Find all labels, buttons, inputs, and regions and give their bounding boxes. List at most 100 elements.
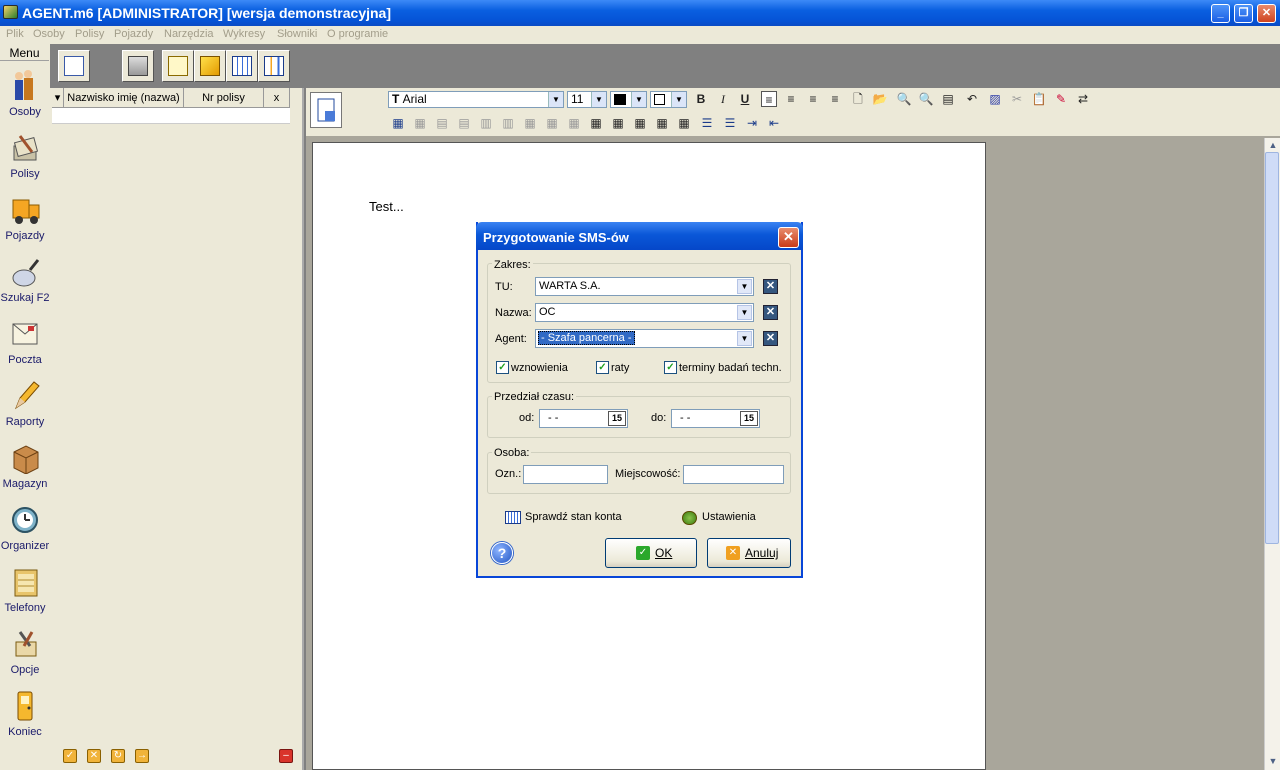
print-button[interactable] xyxy=(122,50,154,82)
refresh-icon[interactable]: ↻ xyxy=(111,749,125,763)
delete-column-icon[interactable]: ▥ xyxy=(500,115,516,131)
dialog-close-button[interactable]: ✕ xyxy=(778,227,799,248)
grid-menu-icon[interactable]: ▾ xyxy=(52,88,64,108)
border-all-icon[interactable]: ▦ xyxy=(588,115,604,131)
align-right-icon[interactable]: ≡ xyxy=(827,91,843,107)
italic-icon[interactable]: I xyxy=(715,91,731,107)
border-inner-icon[interactable]: ▦ xyxy=(632,115,648,131)
open-folder-icon[interactable]: 📂 xyxy=(872,91,888,107)
column-header-name[interactable]: Nazwisko imię (nazwa) xyxy=(64,88,184,108)
table-cells-icon[interactable]: ▦ xyxy=(412,115,428,131)
border-outer-icon[interactable]: ▦ xyxy=(610,115,626,131)
inspections-checkbox[interactable]: ✓ xyxy=(664,361,677,374)
print-preview-icon[interactable]: ▤ xyxy=(940,91,956,107)
table-row[interactable] xyxy=(52,108,290,124)
check-icon[interactable]: ✓ xyxy=(63,749,77,763)
menu-slowniki[interactable]: Słowniki xyxy=(277,28,317,40)
agent-select[interactable]: - Szafa pancerna - ▼ xyxy=(535,329,754,348)
restore-button[interactable]: ❐ xyxy=(1234,4,1253,23)
insert-row-icon[interactable]: ▤ xyxy=(434,115,450,131)
underline-icon[interactable]: U xyxy=(737,91,753,107)
merge-cells-icon[interactable]: ▦ xyxy=(522,115,538,131)
align-justify-icon[interactable]: ≡ xyxy=(805,91,821,107)
cancel-icon[interactable]: ✕ xyxy=(87,749,101,763)
calendar-icon[interactable]: 15 xyxy=(608,411,626,426)
menu-pojazdy[interactable]: Pojazdy xyxy=(114,28,153,40)
sidebar-item-magazyn[interactable]: Magazyn xyxy=(0,436,50,498)
sidebar-item-koniec[interactable]: Koniec xyxy=(0,684,50,746)
font-select[interactable]: T Arial ▼ xyxy=(388,91,564,108)
renewals-checkbox[interactable]: ✓ xyxy=(496,361,509,374)
sidebar-item-raporty[interactable]: Raporty xyxy=(0,374,50,436)
sidebar-item-osoby[interactable]: Osoby xyxy=(0,64,50,126)
calendar-icon[interactable]: 15 xyxy=(740,411,758,426)
window-title-bar[interactable]: AGENT.m6 [ADMINISTRATOR] [wersja demonst… xyxy=(0,0,1280,26)
remove-icon[interactable]: – xyxy=(279,749,293,763)
dialog-title-bar[interactable]: Przygotowanie SMS-ów ✕ xyxy=(476,222,803,250)
column-header-x[interactable]: x xyxy=(264,88,290,108)
menu-osoby[interactable]: Osoby xyxy=(33,28,65,40)
clear-tu-button[interactable]: ✕ xyxy=(763,279,778,294)
indent-decrease-icon[interactable]: ⇤ xyxy=(766,115,782,131)
scroll-down-icon[interactable]: ▼ xyxy=(1266,754,1280,768)
clear-nazwa-button[interactable]: ✕ xyxy=(763,305,778,320)
records-grid[interactable]: ▾ Nazwisko imię (nazwa) Nr polisy x xyxy=(52,88,290,124)
cancel-button[interactable]: ✕ Anuluj xyxy=(707,538,791,568)
undo-icon[interactable]: ↶ xyxy=(964,91,980,107)
edit-document-button[interactable] xyxy=(162,50,194,82)
installments-checkbox[interactable]: ✓ xyxy=(596,361,609,374)
insert-table-icon[interactable]: ▦ xyxy=(390,115,406,131)
menu-plik[interactable]: Plik xyxy=(6,28,24,40)
sidebar-item-szukaj[interactable]: Szukaj F2 xyxy=(0,250,50,312)
forward-icon[interactable]: → xyxy=(135,749,149,763)
clear-format-icon[interactable]: ▨ xyxy=(987,91,1003,107)
split-cells-icon[interactable]: ▦ xyxy=(544,115,560,131)
indent-increase-icon[interactable]: ⇥ xyxy=(744,115,760,131)
table-button[interactable] xyxy=(226,50,258,82)
menu-polisy[interactable]: Polisy xyxy=(75,28,104,40)
border-grid-icon[interactable]: ▦ xyxy=(676,115,692,131)
ozn-field[interactable] xyxy=(523,465,608,484)
delete-row-icon[interactable]: ▤ xyxy=(456,115,472,131)
text-color-select[interactable]: ▼ xyxy=(610,91,647,108)
sidebar-item-organizer[interactable]: Organizer xyxy=(0,498,50,560)
menu-o-programie[interactable]: O programie xyxy=(327,28,388,40)
format-painter-icon[interactable]: ✎ xyxy=(1053,91,1069,107)
tu-select[interactable]: WARTA S.A. ▼ xyxy=(535,277,754,296)
zoom-out-icon[interactable]: 🔍 xyxy=(918,91,934,107)
sidebar-item-poczta[interactable]: Poczta xyxy=(0,312,50,374)
sidebar-item-telefony[interactable]: Telefony xyxy=(0,560,50,622)
page-layout-button[interactable] xyxy=(310,92,342,128)
scrollbar-thumb[interactable] xyxy=(1265,152,1279,544)
cut-icon[interactable]: ✂ xyxy=(1009,91,1025,107)
scroll-up-icon[interactable]: ▲ xyxy=(1266,138,1280,152)
quick-action-button[interactable] xyxy=(194,50,226,82)
date-to-field[interactable]: - -15 xyxy=(671,409,760,428)
font-size-select[interactable]: 11 ▼ xyxy=(567,91,607,108)
cell-borders-icon[interactable]: ▦ xyxy=(566,115,582,131)
close-window-button[interactable]: ✕ xyxy=(1257,4,1276,23)
border-none-icon[interactable]: ▦ xyxy=(654,115,670,131)
menu-narzedzia[interactable]: Narzędzia xyxy=(164,28,214,40)
insert-column-icon[interactable]: ▥ xyxy=(478,115,494,131)
paste-icon[interactable]: 📋 xyxy=(1031,91,1047,107)
numbered-list-icon[interactable]: ☰ xyxy=(722,115,738,131)
sidebar-item-pojazdy[interactable]: Pojazdy xyxy=(0,188,50,250)
align-left-icon[interactable]: ≡ xyxy=(761,91,777,107)
columns-button[interactable] xyxy=(258,50,290,82)
sidebar-item-polisy[interactable]: Polisy xyxy=(0,126,50,188)
city-field[interactable] xyxy=(683,465,784,484)
help-button[interactable]: ? xyxy=(491,542,513,564)
clear-agent-button[interactable]: ✕ xyxy=(763,331,778,346)
sidebar-item-opcje[interactable]: Opcje xyxy=(0,622,50,684)
align-center-icon[interactable]: ≡ xyxy=(783,91,799,107)
zoom-in-icon[interactable]: 🔍 xyxy=(896,91,912,107)
mail-button[interactable] xyxy=(58,50,90,82)
column-header-policy-no[interactable]: Nr polisy xyxy=(184,88,264,108)
new-file-icon[interactable]: 🗋 xyxy=(850,91,866,107)
ok-button[interactable]: ✓ OK xyxy=(605,538,697,568)
nazwa-select[interactable]: OC ▼ xyxy=(535,303,754,322)
menu-wykresy[interactable]: Wykresy xyxy=(223,28,265,40)
border-select[interactable]: ▼ xyxy=(650,91,687,108)
bullet-list-icon[interactable]: ☰ xyxy=(699,115,715,131)
